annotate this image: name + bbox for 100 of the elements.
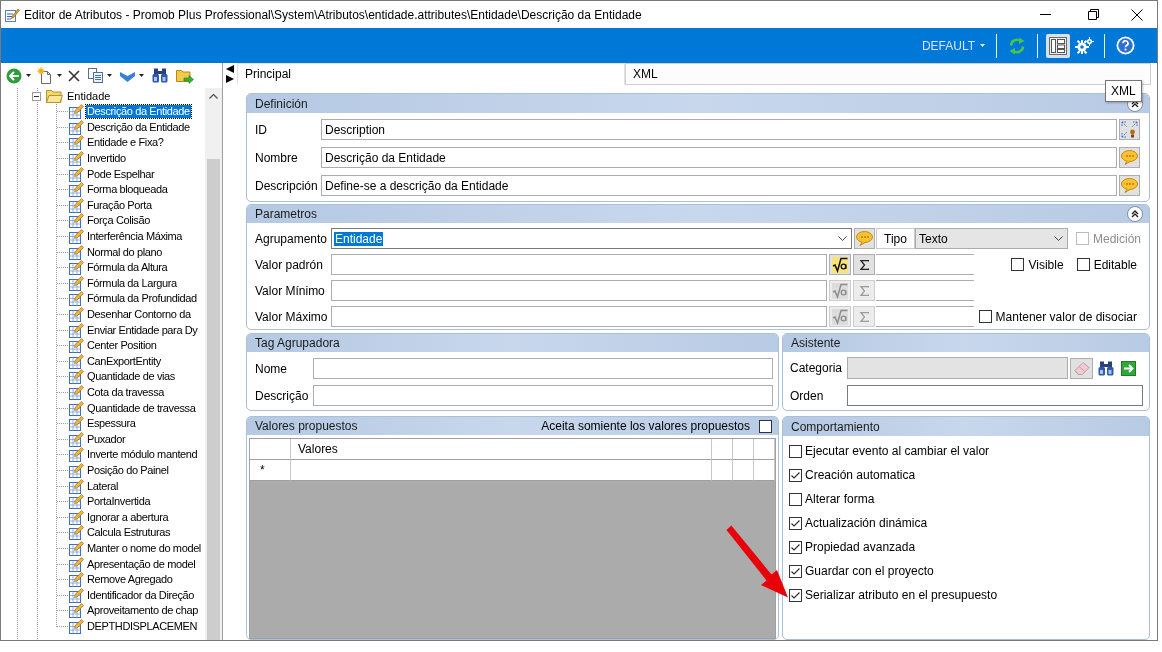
attribute-icon [69,509,84,525]
tree-item[interactable]: DEPTHDISPLACEMEN [86,619,199,633]
tree-item[interactable]: Cota da travessa [86,386,166,399]
new-row-cell[interactable] [291,460,712,481]
field-label: Agrupamento [255,231,329,246]
new-button[interactable] [37,65,62,86]
tree-item[interactable]: PortaInvertida [86,495,152,509]
tree-item[interactable]: Fórmula da Profundidad [86,292,198,306]
column-header: Valores [291,439,712,460]
tree-item[interactable]: Quantidade de vias [86,370,176,384]
tab[interactable]: Principal [237,63,625,85]
sum-button[interactable] [853,254,875,275]
tree-item[interactable]: Apresentação de model [86,557,197,571]
checkbox[interactable] [789,564,802,578]
caret-icon [980,44,985,47]
text-field[interactable] [331,280,827,301]
attribute-icon [69,385,84,400]
tree-item[interactable]: Entidade [67,90,111,102]
attribute-icon [69,260,84,276]
grid-cell [754,460,775,481]
checkbox[interactable] [1076,258,1090,271]
tree-item[interactable]: Remove Agregado [86,573,174,587]
layout-button[interactable] [1046,33,1070,58]
tree-item[interactable]: Normal do plano [86,245,163,259]
checkbox[interactable] [789,540,802,554]
text-field[interactable] [313,385,773,406]
checkbox[interactable] [759,419,772,433]
tree-item[interactable]: Inverte módulo mantend [86,448,199,462]
tree-item[interactable]: Posição do Painel [86,463,170,477]
grouping-dropdown[interactable]: Entidade [331,228,852,249]
tree-item[interactable]: Interferência Máxima [86,230,184,244]
tree-item[interactable]: Center Position [86,339,158,353]
checkbox[interactable] [1011,258,1025,271]
tree-item[interactable]: Descrição da Entidade [86,105,191,119]
attribute-icon [69,525,84,541]
tree-item[interactable]: Fórmula da Altura [86,261,169,275]
tree-item[interactable]: Calcula Estruturas [86,526,172,540]
text-field[interactable] [331,306,827,327]
checkbox[interactable] [789,444,802,458]
profile-dropdown[interactable]: DEFAULT [917,33,989,58]
expand-pane-button[interactable] [226,75,234,83]
text-field[interactable] [847,385,1143,406]
text-field[interactable] [313,358,773,379]
tree-item[interactable]: Força Colisão [86,214,151,228]
tab[interactable]: XML [625,63,1151,85]
tree-item[interactable]: Furação Porta [86,198,153,212]
tree-item[interactable]: Espessura [86,417,137,431]
tree-item[interactable]: Pode Espelhar [86,167,156,181]
chevron-down-icon [838,236,847,241]
panel-title: Definición [255,96,308,111]
tree-item[interactable]: Fórmula da Largura [86,276,178,290]
type-dropdown[interactable]: Texto [915,228,1068,249]
tree-item[interactable]: Desenhar Contorno da [86,308,192,321]
checkbox[interactable] [789,468,802,482]
checkbox-label: Guardar con el proyecto [805,564,934,578]
checkbox-label: Actualización dinámica [805,516,928,530]
field-label: Descrição [255,388,310,403]
tree-item[interactable]: Quantidade de travessa [86,401,197,415]
tree-item[interactable]: Descrição da Entidade [86,120,191,134]
tree-item[interactable]: Manter o nome do model [86,541,202,555]
collapse-pane-button[interactable] [226,65,234,73]
text-field[interactable] [876,254,974,275]
tree-item[interactable]: Aproveitamento de chap [86,604,199,618]
tree-item[interactable]: Puxador [86,432,127,446]
tree-item[interactable]: Lateral [86,479,119,493]
text-field[interactable]: Define-se a descrição da Entidade [321,175,1117,196]
text-field[interactable] [331,254,827,275]
tree-item[interactable]: Enviar Entidade para Dy [86,323,199,337]
panel-title: Asistente [791,336,841,350]
minus-box-icon[interactable] [32,91,41,101]
field-label: Orden [790,388,825,403]
tree-item[interactable]: Identificador da Direção [86,588,196,602]
tree-item[interactable]: Forma bloqueada [86,183,169,197]
panel-title: Comportamiento [791,419,880,434]
tree-item[interactable]: Entidade e Fixa? [86,136,165,150]
collapse-button[interactable] [1127,206,1143,222]
caret-icon [57,74,62,77]
arrow-right-icon [1121,360,1136,376]
tree-item[interactable]: CanExportEntity [86,354,162,368]
delete-icon [68,69,80,82]
scrollbar-thumb[interactable] [207,159,220,640]
checkbox[interactable] [789,492,802,506]
target-picker-button[interactable] [1119,119,1140,140]
text-field[interactable]: Description [321,119,1117,140]
checkbox[interactable] [789,516,802,530]
copy-button[interactable] [88,65,112,86]
attribute-icon [69,431,84,447]
checkbox[interactable] [789,588,802,602]
attribute-icon [69,540,84,556]
panels-icon [1049,36,1067,55]
formula-button[interactable] [829,254,851,275]
tree-item[interactable]: Invertido [86,152,127,166]
text-field[interactable]: Descrição da Entidade [321,147,1117,168]
tree-item[interactable]: Ignorar a abertura [86,510,170,524]
caret-icon [26,74,31,77]
checkbox-label: Propiedad avanzada [805,540,916,554]
text-field[interactable] [876,280,974,301]
selected-text: Entidade [334,231,384,246]
app-icon [4,6,20,23]
text-field[interactable] [876,306,974,327]
